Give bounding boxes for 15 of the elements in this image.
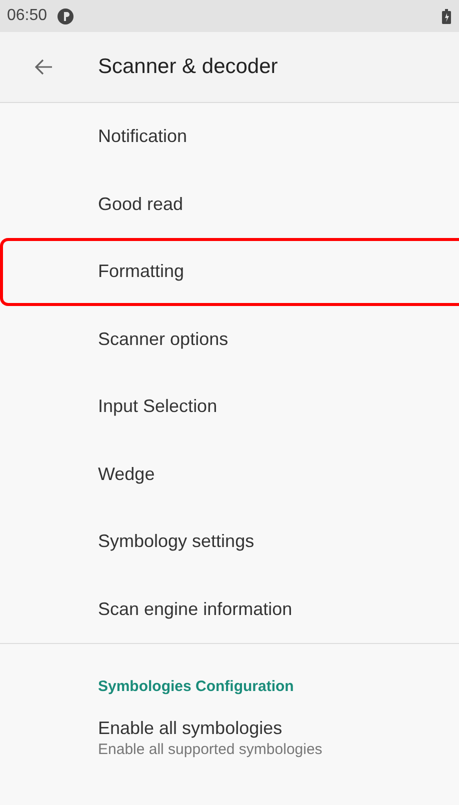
settings-item-title[interactable]: Enable all symbologies [98,718,459,739]
settings-item[interactable]: Good read [0,170,459,238]
status-time: 06:50 [7,7,48,25]
notification-icon [57,8,74,24]
category-header: Symbologies Configuration [98,678,294,695]
settings-item[interactable]: Scan engine information [0,576,459,643]
settings-item[interactable]: Scanner options [0,306,459,373]
settings-item[interactable]: Input Selection [0,373,459,440]
settings-item[interactable]: Symbology settings [0,508,459,576]
settings-item-summary: Enable all supported symbologies [98,741,324,758]
battery-icon [442,8,451,24]
settings-item[interactable]: Formatting [0,238,459,306]
settings-item[interactable]: Wedge [0,440,459,508]
settings-item[interactable]: Notification [0,103,459,170]
screen-title: Scanner & decoder [98,55,278,79]
